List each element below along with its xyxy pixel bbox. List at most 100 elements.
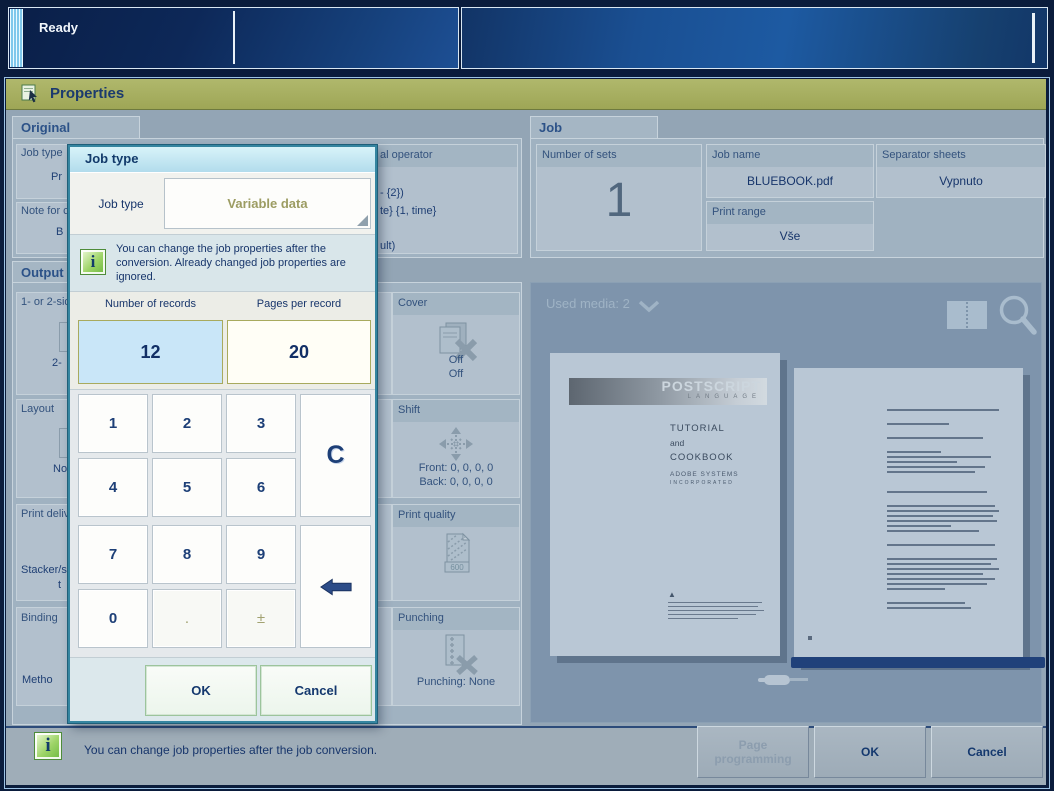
status-divider (233, 11, 235, 64)
keypad-7[interactable]: 7 (78, 525, 148, 584)
print-quality-tile[interactable]: Print quality 600 (392, 504, 520, 601)
tab-original-label: Original (21, 120, 70, 135)
operator-line1-fragment: - {2}) (380, 187, 404, 199)
cancel-button-label: Cancel (967, 745, 1006, 759)
tab-job-label: Job (539, 120, 562, 135)
keypad-8[interactable]: 8 (152, 525, 222, 584)
ok-button-label: OK (861, 745, 879, 759)
cover-tile[interactable]: Cover Off Off (392, 292, 520, 395)
status-stripe-decoration (10, 9, 23, 67)
keypad-plusminus[interactable]: ± (226, 589, 296, 648)
preview-slider-handle[interactable] (764, 675, 790, 685)
delivery-label-fragment: Print deliv (21, 508, 69, 520)
number-of-sets-field[interactable]: Number of sets 1 (536, 144, 702, 251)
keypad-clear-button[interactable]: C (300, 394, 371, 517)
cover-caption1: Off (393, 354, 519, 366)
dialog-info-icon: i (80, 249, 106, 275)
dialog-job-type-label: Job type (78, 178, 164, 229)
binding-label-fragment: Binding (21, 612, 58, 624)
job-type-dropdown-value: Variable data (227, 196, 307, 211)
dialog-cancel-button[interactable]: Cancel (260, 665, 372, 716)
cover-line3: COOKBOOK (670, 452, 733, 463)
keypad-decimal[interactable]: . (152, 589, 222, 648)
page-thumbnail-cover: POSTSCRIPT LANGUAGE TUTORIAL and COOKBOO… (550, 353, 780, 656)
cancel-button[interactable]: Cancel (931, 726, 1043, 778)
preview-scrollbar[interactable] (791, 657, 1045, 668)
job-name-value: BLUEBOOK.pdf (707, 174, 873, 188)
print-range-value: Vše (707, 229, 873, 243)
printer-status-text: Ready (39, 20, 78, 35)
layout-label-fragment: Layout (21, 403, 54, 415)
print-quality-icon: 600 (439, 532, 475, 576)
shift-caption1: Front: 0, 0, 0, 0 (393, 462, 519, 474)
number-of-records-label: Number of records (78, 298, 223, 310)
cover-line4: ADOBE SYSTEMS (670, 471, 739, 478)
cover-line2: and (670, 438, 733, 448)
keypad-1[interactable]: 1 (78, 394, 148, 453)
dialog-ok-label: OK (191, 683, 211, 698)
keypad-2[interactable]: 2 (152, 394, 222, 453)
original-note-label-fragment: Note for c (21, 205, 69, 217)
tab-original[interactable]: Original (12, 116, 140, 138)
tab-job[interactable]: Job (530, 116, 658, 138)
pages-per-record-input[interactable]: 20 (227, 320, 371, 384)
layout-value-fragment: No (53, 463, 67, 475)
separator-sheets-value: Vypnuto (877, 174, 1045, 188)
cover-line5: INCORPORATED (670, 480, 739, 486)
print-range-field[interactable]: Print range Vše (706, 201, 874, 251)
dialog-keypad: 1 2 3 4 5 6 C 7 8 9 0 . ± (70, 389, 375, 657)
number-of-records-input[interactable]: 12 (78, 320, 223, 384)
keypad-5[interactable]: 5 (152, 458, 222, 517)
ok-button[interactable]: OK (814, 726, 926, 778)
page-title: Properties (50, 85, 124, 102)
binding-value-fragment: Metho (22, 674, 53, 686)
keypad-0[interactable]: 0 (78, 589, 148, 648)
cover-brand: POSTSCRIPT (569, 378, 761, 394)
printer-status-panel: Ready (8, 7, 459, 69)
keypad-4[interactable]: 4 (78, 458, 148, 517)
shift-caption2: Back: 0, 0, 0, 0 (393, 476, 519, 488)
used-media-dropdown[interactable]: Used media: 2 (546, 296, 630, 311)
keypad-backspace-button[interactable] (300, 525, 371, 648)
shift-arrows-icon (438, 426, 474, 462)
chevron-down-icon[interactable] (637, 300, 661, 313)
dialog-ok-button[interactable]: OK (145, 665, 257, 716)
shift-tile[interactable]: Shift Front: 0, 0, 0, 0 Back: 0, 0, 0, 0 (392, 399, 520, 498)
keypad-9[interactable]: 9 (226, 525, 296, 584)
job-name-field[interactable]: Job name BLUEBOOK.pdf (706, 144, 874, 198)
keypad-3[interactable]: 3 (226, 394, 296, 453)
zoom-magnifier-icon[interactable] (997, 294, 1039, 338)
booklet-view-icon[interactable] (947, 301, 987, 329)
job-type-dialog: Job type Job type Variable data i You ca… (68, 145, 377, 723)
cover-tile-label: Cover (398, 297, 427, 309)
punching-tile[interactable]: Punching Punching: None (392, 607, 520, 706)
number-of-sets-value: 1 (537, 173, 701, 228)
dialog-title: Job type (85, 151, 138, 166)
cover-fine-print: ▲ (668, 591, 764, 622)
page-programming-label: Page programming (713, 738, 793, 766)
print-quality-tile-label: Print quality (398, 509, 455, 521)
print-range-label: Print range (712, 206, 766, 218)
dialog-info-row: i You can change the job properties afte… (70, 234, 375, 291)
operator-line2-fragment: te} {1, time} (380, 205, 436, 217)
operator-line3-fragment: ult) (380, 240, 395, 252)
dialog-info-text: You can change the job properties after … (116, 242, 368, 284)
properties-icon (20, 84, 42, 104)
cover-caption2: Off (393, 368, 519, 380)
punching-off-icon (438, 633, 478, 675)
original-job-type-label-fragment: Job type (21, 147, 63, 159)
cover-line1: TUTORIAL (670, 423, 733, 434)
job-name-label: Job name (712, 149, 760, 161)
dialog-footer: OK Cancel (70, 657, 375, 721)
info-icon: i (34, 732, 62, 760)
punching-tile-label: Punching (398, 612, 444, 624)
cover-publisher-block: ADOBE SYSTEMS INCORPORATED (670, 471, 739, 486)
job-type-dropdown[interactable]: Variable data (164, 178, 371, 229)
page-programming-button[interactable]: Page programming (697, 726, 809, 778)
delivery-value2-fragment: t (58, 579, 61, 591)
separator-sheets-field[interactable]: Separator sheets Vypnuto (876, 144, 1046, 198)
dialog-job-type-row: Job type Variable data (70, 173, 375, 234)
separator-sheets-label: Separator sheets (882, 149, 966, 161)
text-lines (887, 406, 1005, 612)
keypad-6[interactable]: 6 (226, 458, 296, 517)
